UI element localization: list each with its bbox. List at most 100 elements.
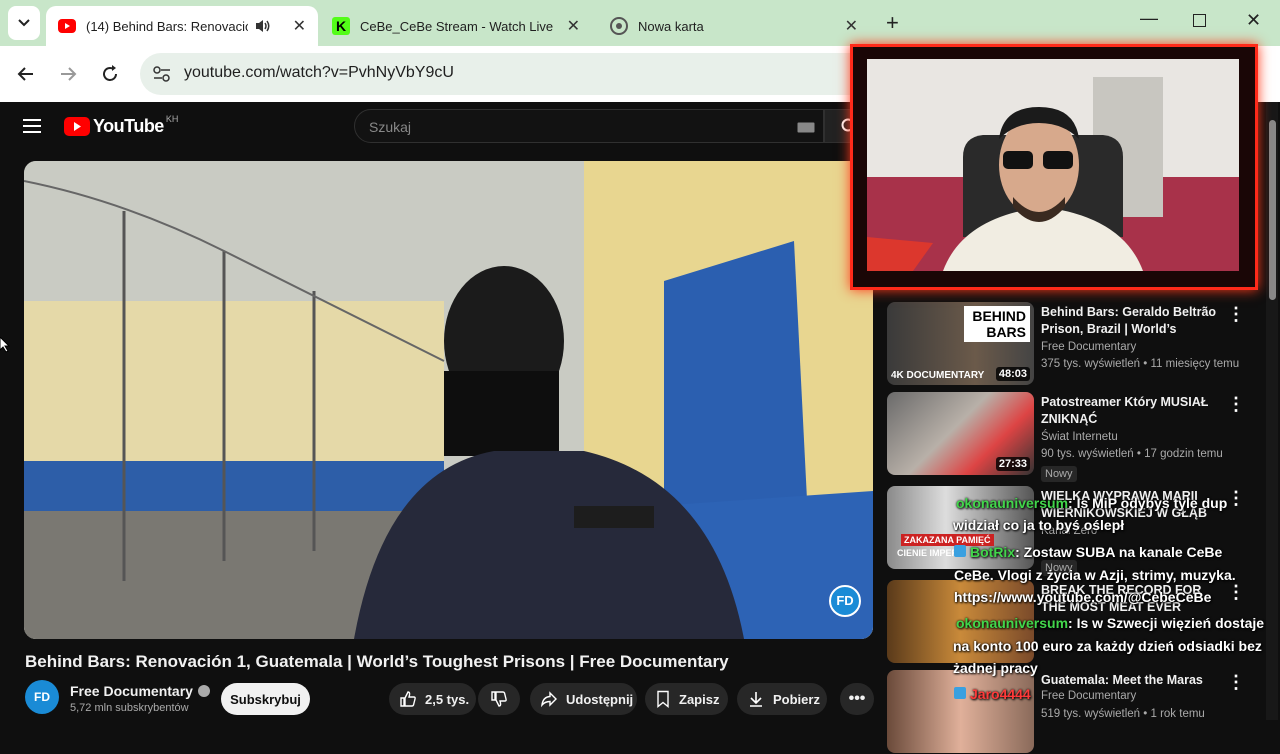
tab-title: Nowa karta	[638, 18, 704, 34]
youtube-logo-text: YouTube	[93, 116, 164, 136]
more-options-icon[interactable]: ⋮	[1227, 488, 1245, 509]
search-placeholder: Szukaj	[369, 119, 412, 135]
scrollbar[interactable]	[1266, 102, 1278, 720]
close-tab-icon[interactable]: ✕	[567, 16, 580, 36]
chat-line: CeBe. Vlogi z życia w Azji, strimy, muzy…	[954, 567, 1236, 583]
recommendation-item[interactable]: 27:33 Patostreamer Który MUSIAŁ ZNIKNĄĆ …	[887, 392, 1267, 482]
download-icon	[750, 692, 762, 707]
tab-title: CeBe_CeBe Stream - Watch Live on	[360, 18, 554, 34]
share-button[interactable]: Udostępnij	[530, 683, 637, 715]
thumbnail-caption: BEHIND BARS	[964, 306, 1030, 342]
video-duration: 27:33	[995, 457, 1030, 471]
subscriber-count: 5,72 mln subskrybentów	[70, 702, 189, 714]
save-button[interactable]: Zapisz	[645, 683, 728, 715]
webcam-overlay	[850, 44, 1258, 290]
video-player[interactable]: FD	[24, 161, 873, 639]
like-button[interactable]: 2,5 tys.	[389, 683, 476, 715]
tab-kick-stream[interactable]: K CeBe_CeBe Stream - Watch Live on ✕	[320, 6, 592, 46]
menu-icon[interactable]	[23, 118, 41, 134]
chat-username: okonauniversum	[956, 615, 1069, 631]
restore-button[interactable]	[1193, 14, 1206, 27]
chat-message: : Is MiP odybys tyle dup	[1068, 495, 1228, 511]
chat-message: widział co ja to byś oślepł	[953, 517, 1125, 533]
speaker-icon[interactable]	[254, 18, 272, 34]
chrome-icon	[610, 17, 628, 35]
share-icon	[541, 691, 557, 708]
download-label: Pobierz	[773, 691, 820, 707]
search-input[interactable]: Szukaj	[354, 109, 824, 143]
close-tab-icon[interactable]: ✕	[293, 16, 306, 36]
scrollbar-thumb[interactable]	[1269, 120, 1276, 300]
youtube-logo-icon	[64, 117, 90, 136]
save-label: Zapisz	[679, 691, 720, 707]
like-count: 2,5 tys.	[425, 691, 470, 707]
more-options-icon[interactable]: ⋮	[1227, 582, 1245, 603]
more-options-icon[interactable]: ⋮	[1227, 394, 1245, 415]
chat-line: BotRix: Zostaw SUBA na kanale CeBe	[954, 544, 1222, 560]
chat-message: na konto 100 euro za każdy dzień odsiadk…	[953, 638, 1262, 654]
site-settings-icon[interactable]	[152, 65, 172, 83]
chat-line: Jaro4444	[954, 686, 1031, 702]
chat-message: żadnej pracy	[953, 660, 1038, 676]
more-actions-button[interactable]: •••	[840, 683, 874, 715]
chat-line: żadnej pracy	[953, 660, 1038, 676]
recommendation-title: Behind Bars: Geraldo Beltrão Prison, Bra…	[1041, 305, 1217, 336]
url-text: youtube.com/watch?v=PvhNyVbY9cU	[184, 64, 454, 81]
chat-message: https://www.youtube.com/@CebeCeBe	[954, 589, 1212, 605]
recommendation-meta: 519 tys. wyświetleń • 1 rok temu	[1041, 708, 1205, 720]
video-title: Behind Bars: Renovación 1, Guatemala | W…	[25, 652, 729, 671]
kick-favicon-icon: K	[332, 17, 350, 35]
recommendation-title: Patostreamer Który MUSIAŁ ZNIKNĄĆ	[1041, 395, 1209, 426]
reload-icon[interactable]	[100, 64, 120, 84]
recommendation-thumbnail: BEHIND BARS 4K DOCUMENTARY 48:03	[887, 302, 1034, 385]
thumbnail-caption-sub: CIENIE IMPERI	[897, 548, 961, 558]
tab-youtube[interactable]: (14) Behind Bars: Renovación 1 ✕	[46, 6, 318, 46]
share-label: Udostępnij	[566, 691, 634, 707]
mouse-cursor-icon	[0, 337, 10, 353]
chevron-down-icon	[18, 19, 30, 27]
youtube-logo[interactable]: YouTube KH	[64, 113, 179, 137]
recommendation-meta: 90 tys. wyświetleń • 17 godzin temu	[1041, 448, 1223, 460]
close-tab-icon[interactable]: ✕	[845, 16, 858, 36]
keyboard-icon[interactable]	[797, 122, 815, 133]
chat-badge-icon	[954, 687, 966, 699]
tab-list-button[interactable]	[8, 6, 40, 40]
minimize-button[interactable]: —	[1140, 8, 1158, 29]
recommendation-meta: 375 tys. wyświetleń • 11 miesięcy temu	[1041, 358, 1240, 370]
more-options-icon[interactable]: ⋮	[1227, 672, 1245, 693]
chat-line: https://www.youtube.com/@CebeCeBe	[954, 589, 1211, 605]
chat-username: Jaro4444	[970, 686, 1031, 702]
thumbnail-caption-sub: 4K DOCUMENTARY	[891, 370, 985, 381]
browser-tab-bar: (14) Behind Bars: Renovación 1 ✕ K CeBe_…	[0, 0, 1280, 46]
tab-title: (14) Behind Bars: Renovación 1	[86, 18, 248, 34]
chat-message: : Zostaw SUBA na kanale CeBe	[1015, 544, 1223, 560]
chat-message: : Is w Szwecji więzień dostaje	[1068, 615, 1265, 631]
chat-line: okonauniversum: Is w Szwecji więzień dos…	[956, 615, 1264, 631]
more-options-icon[interactable]: ⋮	[1227, 304, 1245, 325]
region-code: KH	[165, 113, 179, 124]
close-window-button[interactable]: ✕	[1246, 10, 1261, 31]
back-icon[interactable]	[16, 64, 36, 84]
forward-icon[interactable]	[58, 64, 78, 84]
chat-line: okonauniversum: Is MiP odybys tyle dup	[956, 495, 1227, 511]
verified-icon	[197, 685, 210, 697]
bookmark-icon	[657, 690, 669, 708]
chat-username: BotRix	[970, 544, 1016, 560]
tab-new[interactable]: Nowa karta ✕	[598, 6, 870, 46]
channel-watermark[interactable]: FD	[829, 585, 861, 617]
download-button[interactable]: Pobierz	[737, 683, 827, 715]
channel-name[interactable]: Free Documentary	[70, 683, 210, 699]
new-tab-button[interactable]: +	[886, 10, 899, 36]
recommendation-item[interactable]: BEHIND BARS 4K DOCUMENTARY 48:03 Behind …	[887, 302, 1267, 386]
subscribe-button[interactable]: Subskrybuj	[221, 683, 310, 715]
chat-message: CeBe. Vlogi z życia w Azji, strimy, muzy…	[954, 567, 1236, 583]
channel-avatar[interactable]: FD	[25, 680, 59, 714]
channel-name-text: Free Documentary	[70, 683, 193, 699]
dislike-button[interactable]	[478, 683, 520, 715]
recommendation-item[interactable]: Guatemala: Meet the Maras Free Documenta…	[887, 670, 1267, 754]
recommendation-channel: Free Documentary	[1041, 341, 1137, 353]
subscribe-label: Subskrybuj	[230, 691, 301, 707]
youtube-favicon-icon	[58, 19, 76, 33]
webcam-frame	[867, 59, 1239, 271]
chat-line: widział co ja to byś oślepł	[953, 517, 1124, 533]
